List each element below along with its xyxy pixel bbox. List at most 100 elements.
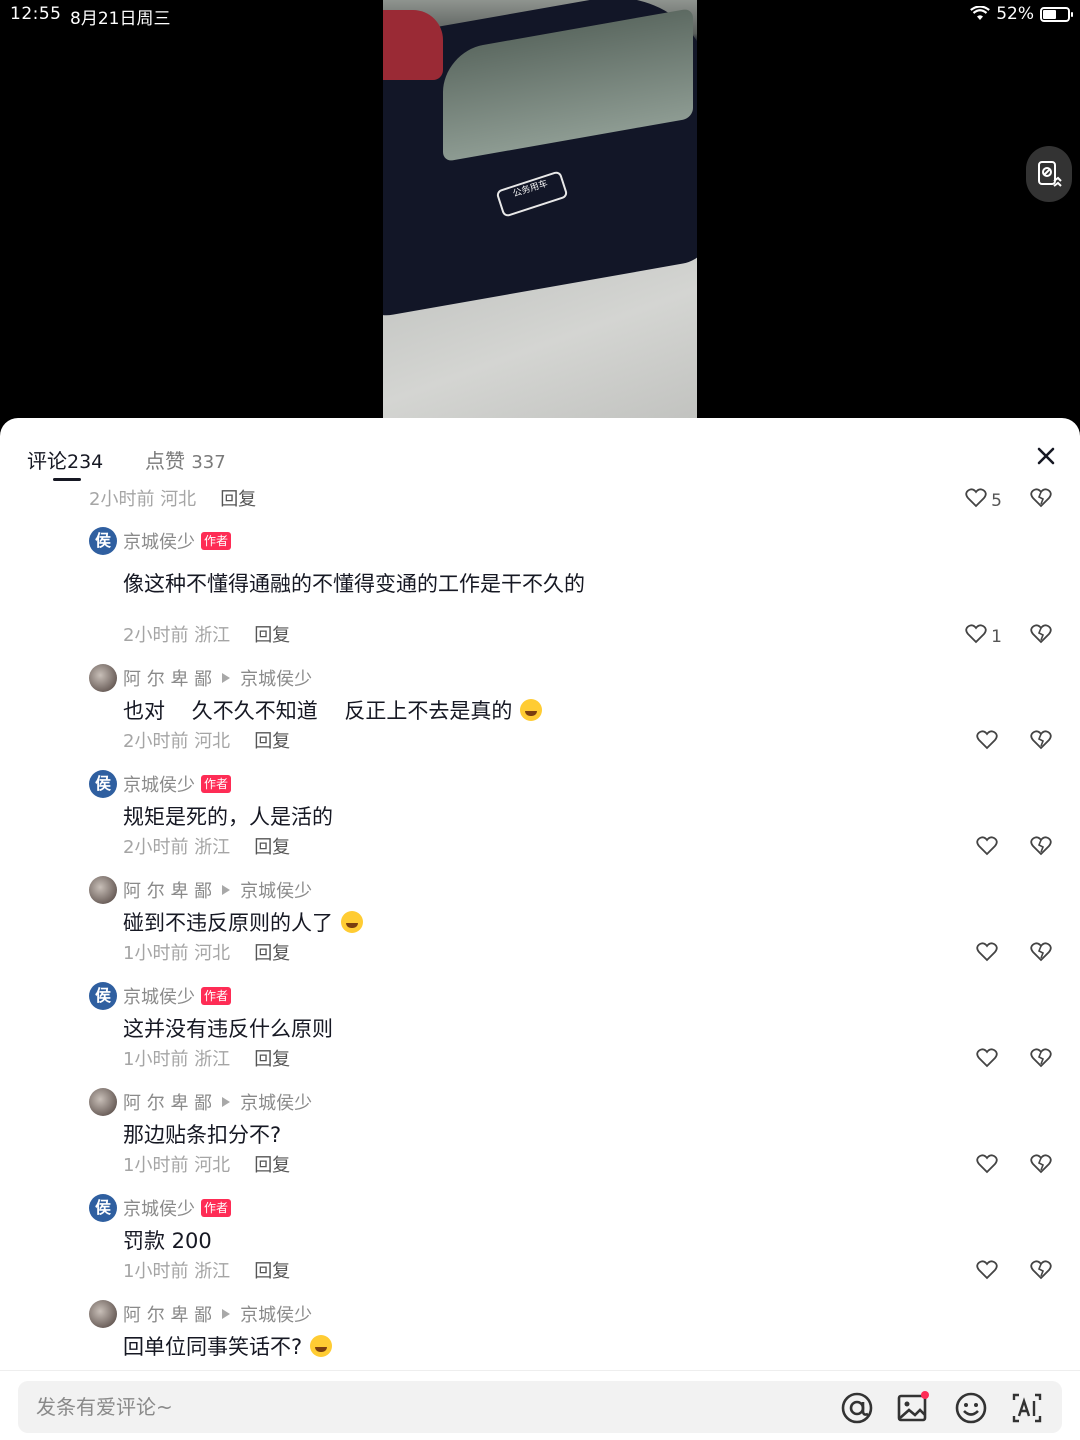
- comment-time-location: 2小时前 浙江: [123, 833, 230, 859]
- comment-username[interactable]: 京城侯少: [123, 528, 195, 554]
- video-player[interactable]: 公务用车: [383, 0, 697, 418]
- avatar[interactable]: [89, 1300, 117, 1328]
- avatar[interactable]: 侯: [89, 1194, 117, 1222]
- reply-to-username[interactable]: 京城侯少: [240, 665, 312, 691]
- comment-list: 2小时前 河北 回复 5 侯京城侯少 作者 像这种不懂得通融的不懂得变通的工作是干不久的 2…: [0, 480, 1080, 1370]
- image-icon[interactable]: [896, 1391, 930, 1425]
- comment-time: 2小时前: [123, 625, 189, 646]
- close-button[interactable]: [1032, 442, 1060, 470]
- comment-input[interactable]: [36, 1381, 816, 1433]
- comment-username[interactable]: 阿 尔 卑 鄙: [123, 1089, 212, 1115]
- like-button[interactable]: [976, 1260, 1002, 1285]
- ai-icon[interactable]: [1010, 1391, 1044, 1425]
- comment-time: 2小时前: [123, 837, 189, 858]
- comment-username[interactable]: 阿 尔 卑 鄙: [123, 877, 212, 903]
- comment-text: 罚款 200: [123, 1225, 212, 1255]
- comment-meta: 1小时前 浙江 回复: [123, 1045, 290, 1071]
- comment-username[interactable]: 京城侯少: [123, 1195, 195, 1221]
- heart-icon: [965, 488, 987, 513]
- comment-location: 河北: [194, 731, 231, 752]
- avatar[interactable]: 侯: [89, 770, 117, 798]
- reply-button[interactable]: 回复: [254, 1045, 290, 1071]
- reply-button[interactable]: 回复: [254, 1151, 290, 1177]
- heart-icon: [976, 1154, 998, 1179]
- comment-text: 规矩是死的，人是活的: [123, 801, 333, 831]
- comment-username[interactable]: 阿 尔 卑 鄙: [123, 665, 212, 691]
- comment-time: 2小时前: [123, 731, 189, 752]
- status-bar: 12:55 8月21日周三 52%: [0, 0, 1080, 30]
- like-button[interactable]: [976, 730, 1002, 755]
- comment-location: 河北: [194, 943, 231, 964]
- comment-time-location: 1小时前 河北: [123, 939, 230, 965]
- like-button[interactable]: [976, 1048, 1002, 1073]
- dislike-icon: [1030, 942, 1052, 966]
- heart-icon: [965, 624, 987, 649]
- dislike-button[interactable]: [1030, 1154, 1052, 1178]
- reply-button[interactable]: 回复: [254, 1257, 290, 1283]
- tab-likes-count: 337: [191, 452, 226, 473]
- like-count: 5: [991, 490, 1002, 511]
- comment-username[interactable]: 京城侯少: [123, 983, 195, 1009]
- reply-button[interactable]: 回复: [254, 939, 290, 965]
- tab-comments[interactable]: 评论234: [27, 445, 103, 474]
- avatar[interactable]: [89, 1088, 117, 1116]
- dislike-icon: [1030, 836, 1052, 860]
- comment-text-content: 这并没有违反什么原则: [123, 1017, 333, 1041]
- avatar[interactable]: [89, 664, 117, 692]
- dislike-button[interactable]: [1030, 730, 1052, 754]
- comment-text-content: 像这种不懂得通融的不懂得变通的工作是干不久的: [123, 572, 585, 596]
- tab-likes[interactable]: 点赞 337: [145, 445, 226, 474]
- like-button[interactable]: 5: [965, 488, 1002, 513]
- reply-button[interactable]: 回复: [220, 485, 256, 511]
- laugh-emoji-icon: [310, 1335, 333, 1357]
- dislike-button[interactable]: [1030, 1048, 1052, 1072]
- dislike-button[interactable]: [1030, 942, 1052, 966]
- at-icon[interactable]: [840, 1391, 874, 1425]
- comment-header: 侯京城侯少 作者: [89, 526, 232, 556]
- comment-input-bar: [0, 1370, 1080, 1440]
- comment-input-box: [18, 1381, 1062, 1433]
- status-right: 52%: [970, 4, 1073, 24]
- avatar[interactable]: 侯: [89, 982, 117, 1010]
- tab-comments-label: 评论: [27, 449, 67, 473]
- comment-location: 河北: [194, 1155, 231, 1176]
- avatar[interactable]: [89, 876, 117, 904]
- dislike-button[interactable]: [1030, 624, 1052, 648]
- emoji-icon[interactable]: [954, 1391, 988, 1425]
- reply-to-username[interactable]: 京城侯少: [240, 1089, 312, 1115]
- reply-arrow-icon: [222, 885, 231, 895]
- dislike-button[interactable]: [1030, 836, 1052, 860]
- dislike-icon: [1030, 624, 1052, 648]
- reply-button[interactable]: 回复: [254, 727, 290, 753]
- comment-time-location: 1小时前 河北: [123, 1151, 230, 1177]
- avatar[interactable]: 侯: [89, 527, 117, 555]
- reply-to-username[interactable]: 京城侯少: [240, 1301, 312, 1327]
- dislike-icon: [1030, 730, 1052, 754]
- battery-icon: [1040, 6, 1073, 22]
- comment-time-location: 2小时前 浙江: [123, 621, 230, 647]
- screen-rotate-button[interactable]: [1026, 146, 1072, 202]
- reply-button[interactable]: 回复: [254, 833, 290, 859]
- like-button[interactable]: [976, 942, 1002, 967]
- dislike-icon: [1030, 1154, 1052, 1178]
- like-button[interactable]: 1: [965, 624, 1002, 649]
- comment-time-location: 1小时前 浙江: [123, 1045, 230, 1071]
- wifi-icon: [970, 6, 991, 20]
- comment-header: 侯京城侯少 作者: [89, 1193, 232, 1223]
- reply-button[interactable]: 回复: [254, 621, 290, 647]
- comment-text-content: 也对 久不久不知道 反正上不去是真的: [123, 699, 513, 723]
- comment-text-content: 那边贴条扣分不?: [123, 1123, 282, 1147]
- dislike-button[interactable]: [1030, 1260, 1052, 1284]
- comment-username[interactable]: 阿 尔 卑 鄙: [123, 1301, 212, 1327]
- reply-to-username[interactable]: 京城侯少: [240, 877, 312, 903]
- heart-icon: [976, 730, 998, 755]
- comment-location: 浙江: [194, 1261, 231, 1282]
- comment-text: 碰到不违反原则的人了: [123, 907, 363, 937]
- like-button[interactable]: [976, 836, 1002, 861]
- comment-time: 1小时前: [123, 1049, 189, 1070]
- dislike-button[interactable]: [1030, 488, 1052, 512]
- comment-text-content: 回单位同事笑话不?: [123, 1335, 303, 1359]
- comment-username[interactable]: 京城侯少: [123, 771, 195, 797]
- comment-meta: 2小时前 河北 回复: [123, 727, 290, 753]
- like-button[interactable]: [976, 1154, 1002, 1179]
